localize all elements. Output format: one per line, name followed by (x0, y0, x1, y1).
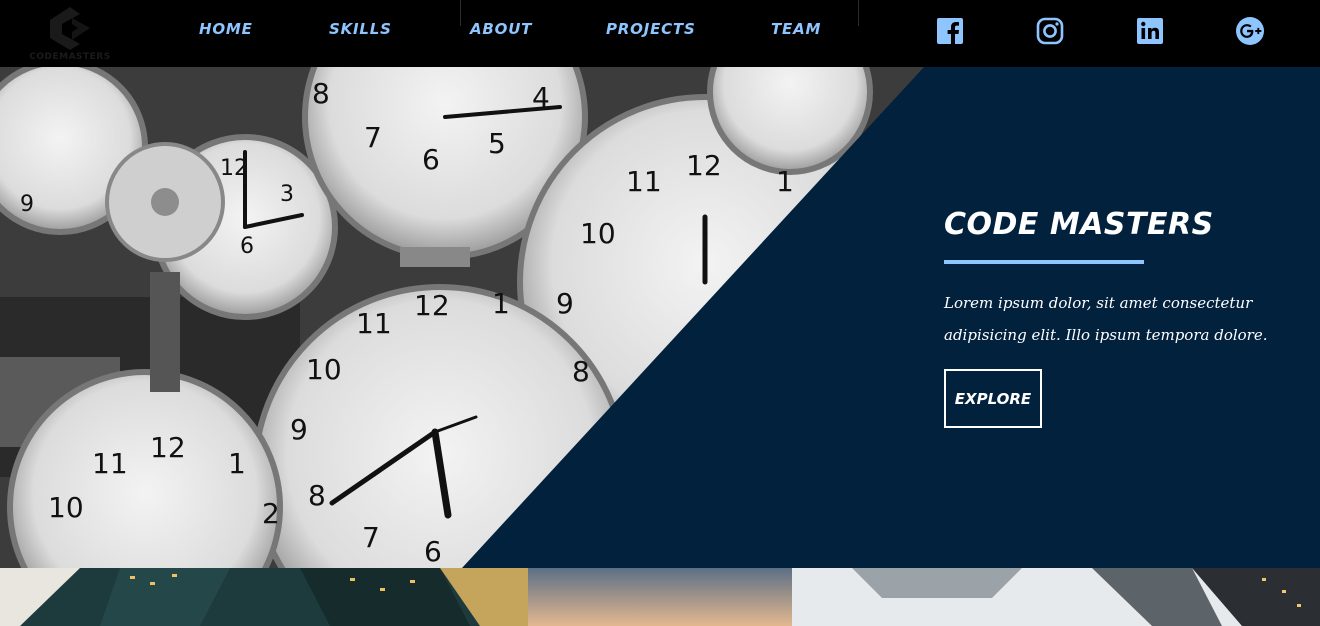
top-navbar: CODEMASTERS HOME SKILLS ABOUT PROJECTS T… (0, 0, 1320, 67)
buildings-photo (0, 568, 528, 626)
nav-item-home[interactable]: HOME (199, 20, 253, 44)
svg-text:11: 11 (626, 165, 662, 198)
svg-text:3: 3 (280, 182, 294, 207)
hero-section: 87654 12 11 10 9 8 1 12 11 10 9 8 7 6 1 12 11 10 1 2 12 6… (0, 67, 1320, 568)
svg-text:2: 2 (262, 497, 280, 530)
linkedin-icon[interactable] (1135, 16, 1165, 46)
image-strip (0, 568, 1320, 626)
title-underline (944, 260, 1144, 264)
logo-text: CODEMASTERS (29, 52, 111, 62)
facebook-icon[interactable] (935, 16, 965, 46)
nav-item-about[interactable]: ABOUT (470, 20, 532, 44)
google-plus-icon[interactable] (1235, 16, 1265, 46)
instagram-icon[interactable] (1035, 16, 1065, 46)
svg-text:8: 8 (312, 77, 330, 110)
svg-text:9: 9 (556, 287, 574, 320)
svg-text:5: 5 (488, 127, 506, 160)
explore-button[interactable]: EXPLORE (944, 369, 1042, 428)
svg-text:10: 10 (306, 353, 342, 386)
nav-divider (460, 0, 461, 26)
svg-text:11: 11 (92, 447, 128, 480)
nav-item-skills[interactable]: SKILLS (329, 20, 392, 44)
logo-mark-icon (50, 7, 90, 50)
svg-text:8: 8 (308, 479, 326, 512)
hero-description: Lorem ipsum dolor, sit amet consectetur … (944, 294, 1268, 344)
svg-text:7: 7 (364, 121, 382, 154)
svg-text:12: 12 (414, 289, 450, 322)
brand-logo[interactable]: CODEMASTERS (18, 4, 122, 64)
svg-text:7: 7 (362, 521, 380, 554)
svg-text:6: 6 (424, 535, 442, 568)
svg-text:1: 1 (228, 447, 246, 480)
svg-text:6: 6 (422, 143, 440, 176)
svg-text:1: 1 (776, 165, 794, 198)
svg-text:6: 6 (240, 234, 254, 259)
nav-item-projects[interactable]: PROJECTS (606, 20, 696, 44)
nav-item-team[interactable]: TEAM (771, 20, 821, 44)
svg-text:10: 10 (48, 491, 84, 524)
hero-title: CODE MASTERS (944, 207, 1214, 242)
svg-text:1: 1 (492, 287, 510, 320)
svg-text:12: 12 (150, 431, 186, 464)
svg-text:8: 8 (572, 355, 590, 388)
skyscrapers-photo (792, 568, 1320, 626)
svg-text:9: 9 (290, 413, 308, 446)
svg-text:9: 9 (20, 192, 34, 217)
svg-text:10: 10 (580, 217, 616, 250)
svg-text:12: 12 (686, 149, 722, 182)
nav-divider (858, 0, 859, 26)
svg-text:11: 11 (356, 307, 392, 340)
sky-photo (528, 568, 792, 626)
